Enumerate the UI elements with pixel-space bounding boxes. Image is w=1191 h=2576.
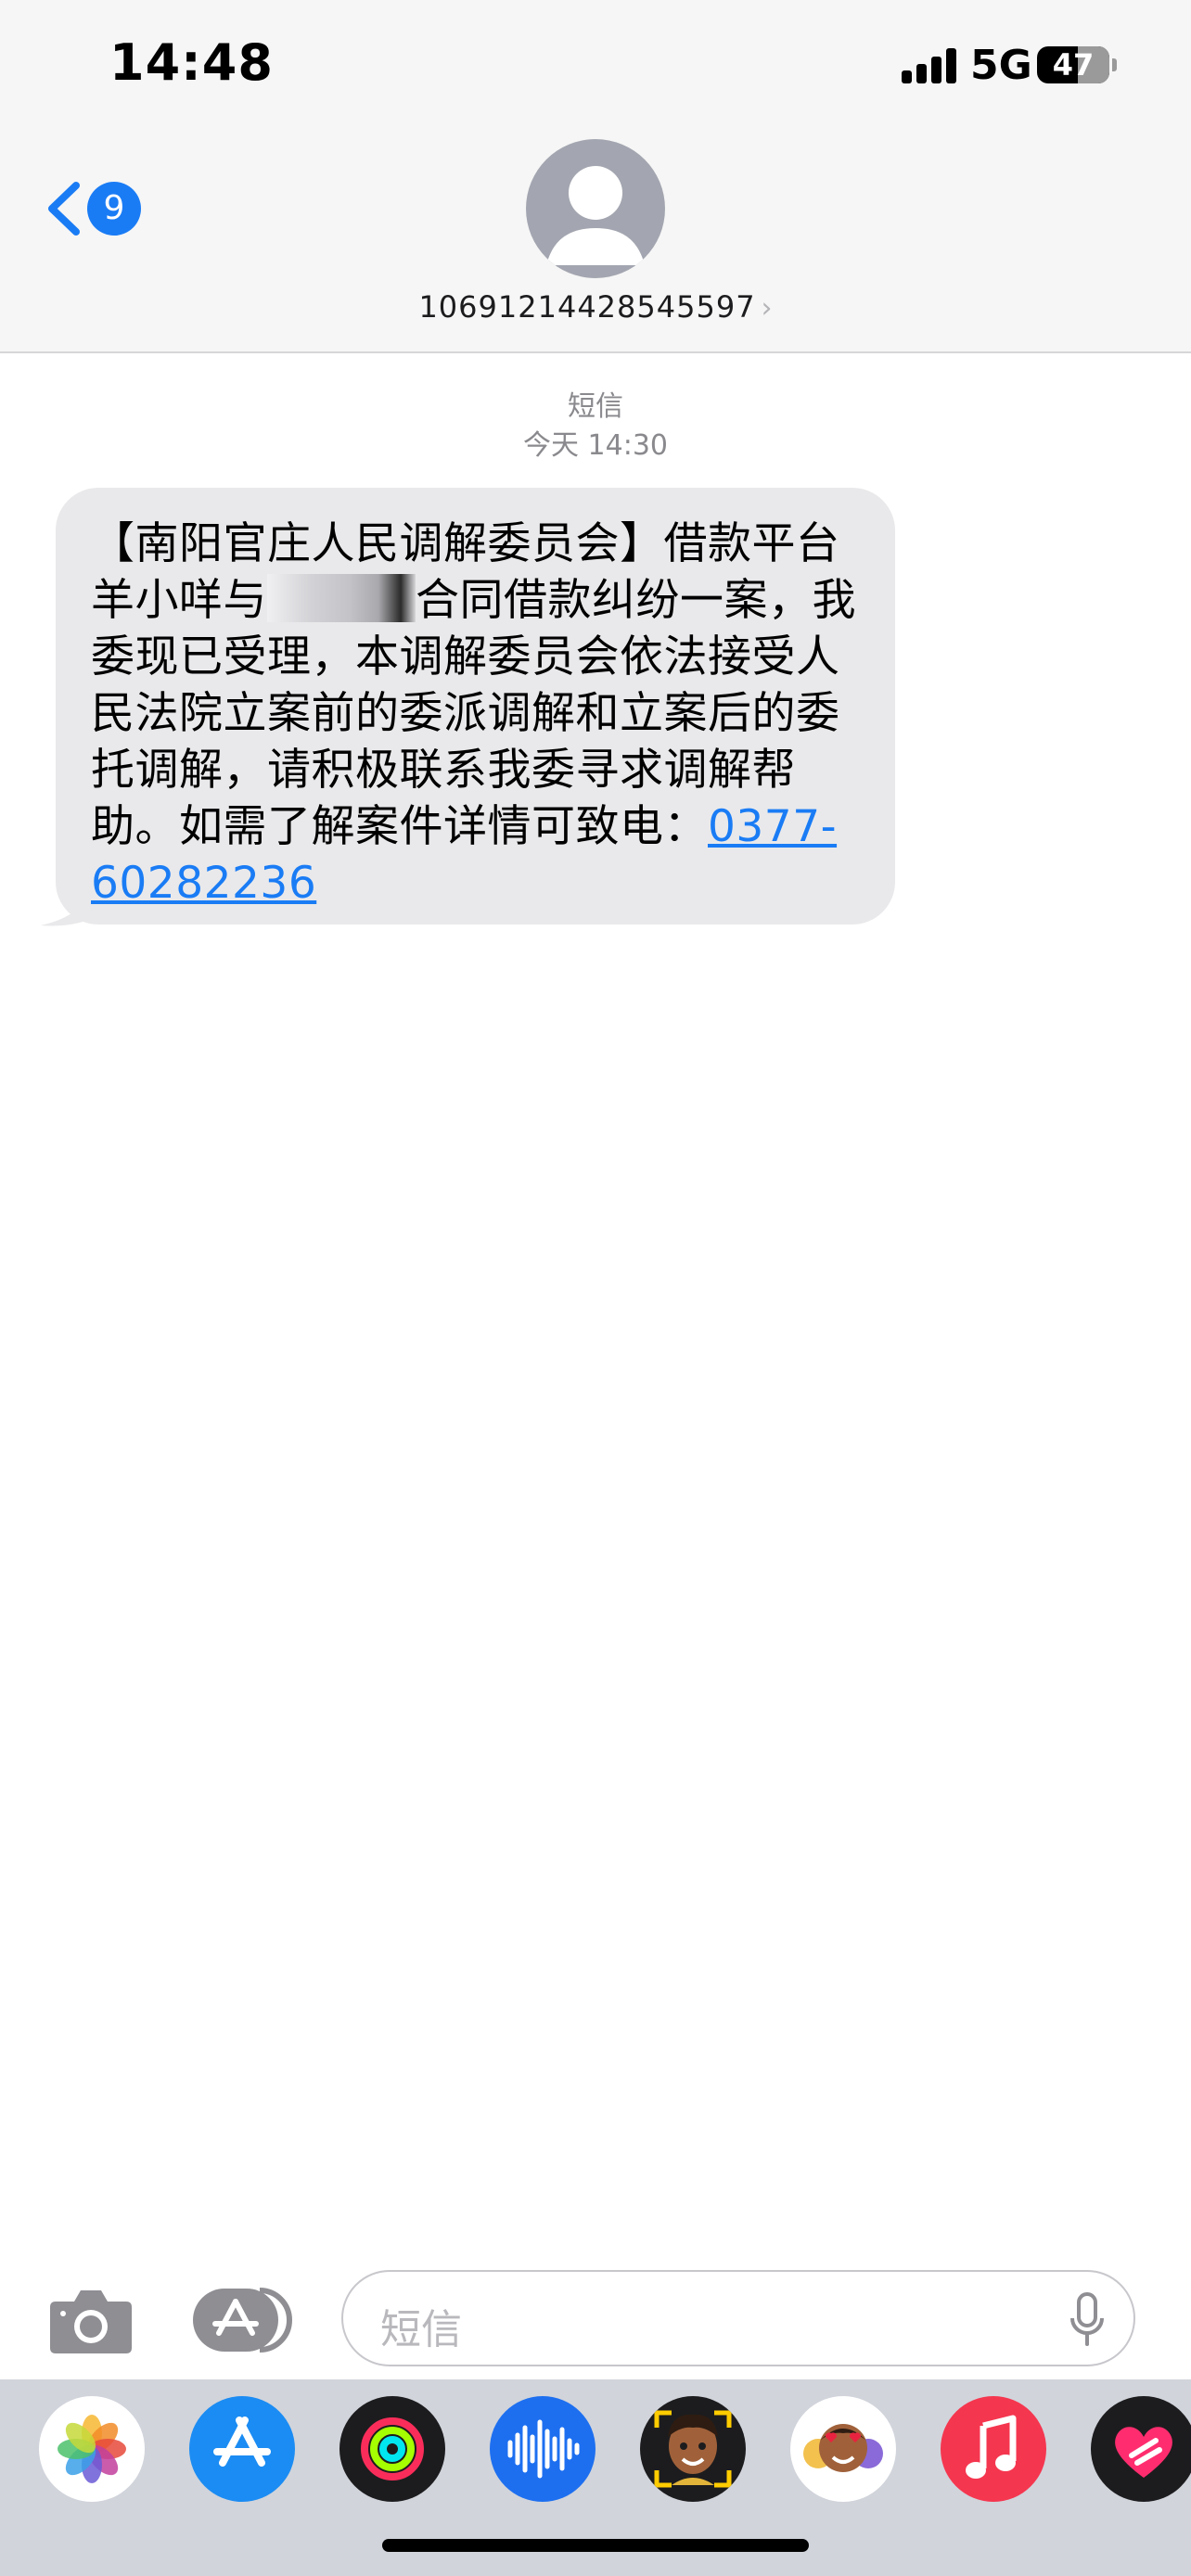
person-silhouette-icon (546, 166, 645, 265)
cellular-signal-icon (902, 46, 957, 83)
app-store-icon (213, 2417, 271, 2467)
incoming-message-bubble[interactable]: 【南阳官庄人民调解委员会】借款平台羊小咩与 合同借款纠纷一案，我委现已受理，本调解… (56, 488, 895, 925)
unread-count-badge: 9 (87, 182, 141, 236)
microphone-icon[interactable] (1069, 2292, 1106, 2348)
network-type: 5G (970, 42, 1032, 89)
music-icon (966, 2415, 1017, 2479)
audio-message-icon (507, 2419, 580, 2479)
camera-button[interactable] (48, 2285, 134, 2355)
contact-avatar[interactable] (526, 139, 665, 278)
photos-app[interactable] (39, 2396, 145, 2502)
message-meta: 短信 今天 14:30 (0, 388, 1191, 465)
battery-icon: 47 (1037, 46, 1109, 83)
battery-cap (1112, 58, 1117, 71)
status-time: 14:48 (109, 33, 274, 92)
home-indicator[interactable] (382, 2539, 809, 2552)
message-input-placeholder: 短信 (380, 2306, 462, 2353)
camera-icon (50, 2290, 132, 2353)
contact-details-link[interactable]: 10691214428545597 › (0, 289, 1191, 325)
music-app[interactable] (941, 2396, 1046, 2502)
memoji-icon (654, 2410, 732, 2488)
redacted-name (267, 574, 416, 622)
audio-message-app[interactable] (490, 2396, 596, 2502)
memoji-stickers-app[interactable] (790, 2396, 896, 2502)
battery-percentage: 47 (1052, 47, 1095, 83)
photos-icon (58, 2415, 126, 2483)
back-button[interactable]: 9 (41, 176, 143, 241)
digital-touch-icon (1115, 2427, 1172, 2478)
message-input[interactable]: 短信 (341, 2270, 1135, 2366)
digital-touch-app[interactable] (1091, 2396, 1191, 2502)
app-store-app[interactable] (189, 2396, 295, 2502)
message-text: 【南阳官庄人民调解委员会】借款平台羊小咩与 合同借款纠纷一案，我委现已受理，本调解… (91, 516, 862, 912)
chevron-left-icon (48, 182, 80, 236)
message-timestamp: 今天 14:30 (523, 429, 668, 462)
app-store-icon (193, 2288, 292, 2353)
memoji-app[interactable] (640, 2396, 746, 2502)
memoji-stickers-icon (803, 2424, 883, 2472)
activity-app[interactable] (339, 2396, 445, 2502)
contact-number: 10691214428545597 (418, 289, 756, 325)
chevron-right-icon: › (761, 292, 773, 325)
activity-icon (361, 2417, 424, 2480)
conversation-header: 14:48 5G 47 9 10691214428545597 › (0, 0, 1191, 353)
service-label: 短信 (568, 390, 623, 423)
app-store-button[interactable] (191, 2285, 297, 2355)
